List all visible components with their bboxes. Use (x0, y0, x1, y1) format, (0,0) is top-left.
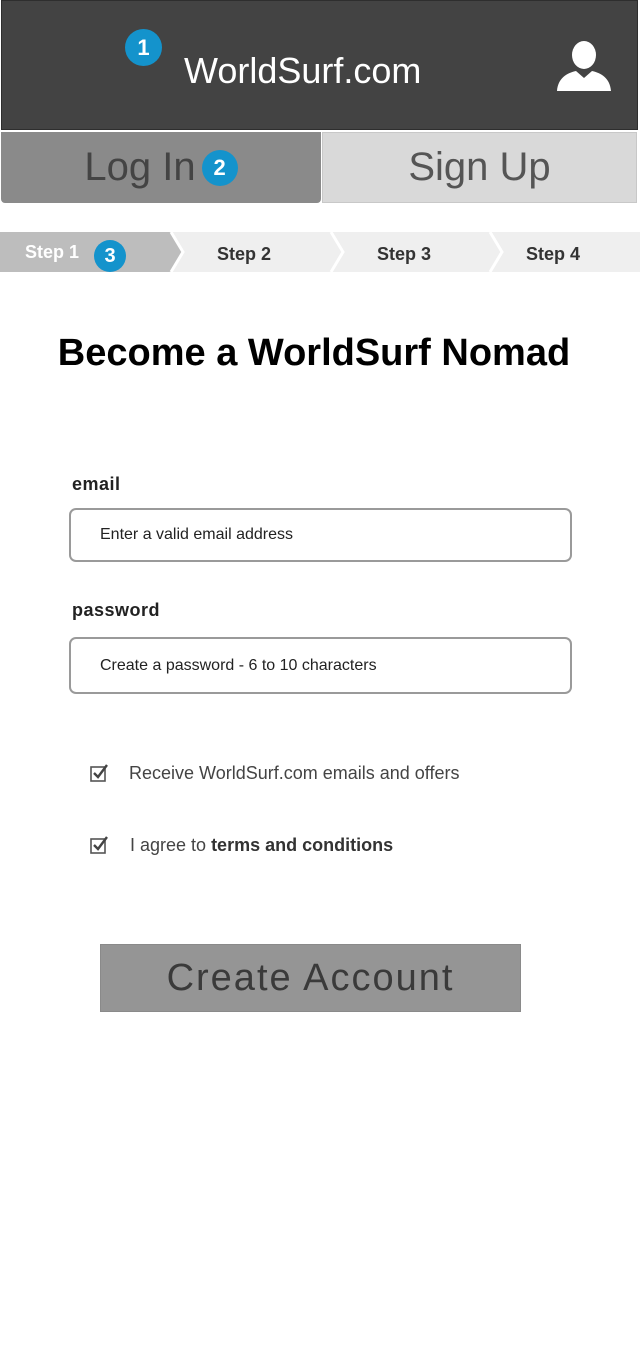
step-3-label[interactable]: Step 3 (377, 234, 431, 274)
tab-sign-up[interactable]: Sign Up (322, 132, 637, 203)
annotation-marker-2: 2 (201, 149, 238, 186)
tab-sign-up-label: Sign Up (408, 145, 551, 189)
offers-checkbox-row[interactable]: Receive WorldSurf.com emails and offers (90, 758, 459, 788)
terms-label: I agree to terms and conditions (130, 835, 393, 856)
annotation-marker-3: 3 (94, 240, 126, 272)
step-1-label[interactable]: Step 1 (25, 232, 79, 272)
email-field[interactable] (69, 508, 572, 562)
step-4-label[interactable]: Step 4 (526, 234, 580, 274)
terms-checkbox[interactable] (90, 836, 108, 854)
create-account-button[interactable]: Create Account (100, 944, 521, 1012)
user-icon[interactable] (555, 40, 613, 92)
terms-checkbox-row[interactable]: I agree to terms and conditions (90, 830, 393, 860)
terms-prefix: I agree to (130, 834, 212, 855)
password-label: password (72, 600, 161, 620)
email-label: email (72, 474, 121, 494)
step-2-label[interactable]: Step 2 (217, 234, 271, 274)
password-field[interactable] (69, 637, 572, 694)
user-silhouette-icon (557, 41, 611, 91)
annotation-marker-1: 1 (125, 29, 162, 66)
tab-log-in-label: Log In (84, 145, 196, 189)
offers-checkbox[interactable] (90, 764, 108, 782)
tab-log-in[interactable]: Log In 2 (1, 132, 321, 203)
site-title[interactable]: WorldSurf.com (184, 50, 421, 92)
page-title: Become a WorldSurf Nomad (57, 332, 571, 374)
terms-link[interactable]: terms and conditions (211, 835, 393, 855)
offers-label: Receive WorldSurf.com emails and offers (129, 762, 460, 783)
progress-stepper: Step 1 3 Step 2 Step 3 Step 4 (0, 232, 640, 272)
